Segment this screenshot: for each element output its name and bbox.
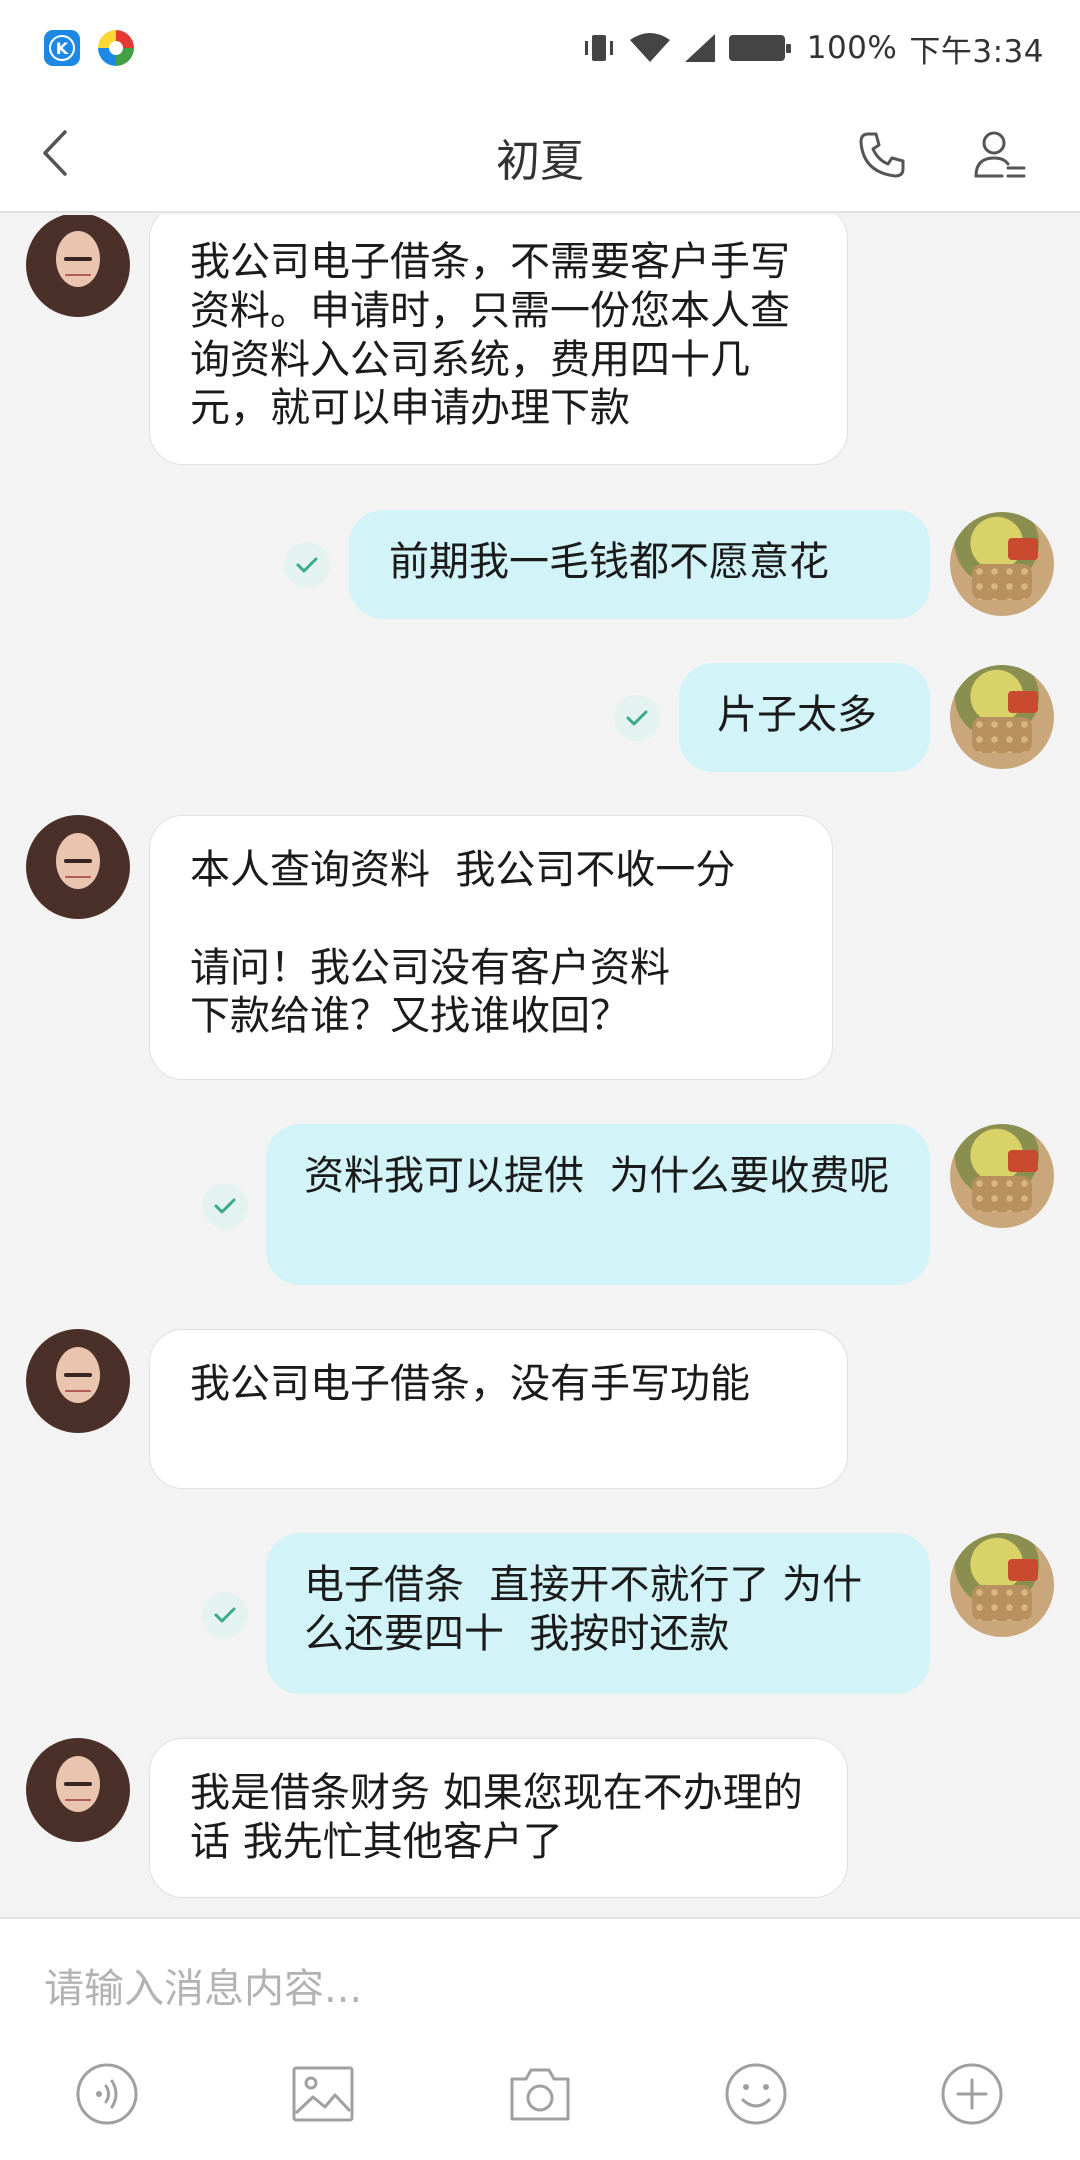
emoji-icon xyxy=(725,2063,787,2125)
camera-icon xyxy=(510,2068,570,2121)
composer xyxy=(0,1917,1080,2160)
image-icon xyxy=(292,2066,354,2122)
battery-icon xyxy=(728,35,791,61)
app-notification-icon: K xyxy=(44,30,80,66)
read-receipt-icon xyxy=(284,542,330,588)
message-bubble[interactable]: 我公司电子借条，没有手写功能 xyxy=(149,1329,848,1489)
camera-button[interactable] xyxy=(500,2054,580,2134)
contact-avatar[interactable] xyxy=(26,815,130,919)
signal-icon xyxy=(684,34,715,62)
voice-icon xyxy=(76,2063,138,2125)
plus-icon xyxy=(941,2063,1003,2125)
voice-call-button[interactable] xyxy=(850,123,914,187)
contact-name: 初夏 xyxy=(496,136,584,187)
voice-input-button[interactable] xyxy=(67,2054,147,2134)
emoji-button[interactable] xyxy=(716,2054,796,2134)
vibrate-icon xyxy=(584,35,613,61)
user-avatar[interactable] xyxy=(950,512,1054,616)
read-receipt-icon xyxy=(614,695,660,741)
message-bubble[interactable]: 前期我一毛钱都不愿意花 xyxy=(349,510,930,619)
composer-toolbar xyxy=(0,2054,1080,2134)
message-bubble[interactable]: 电子借条 直接开不就行了 为什么还要四十 我按时还款 xyxy=(266,1533,930,1694)
message-bubble[interactable]: 我公司电子借条，不需要客户手写资料。申请时，只需一份您本人查询资料入公司系统，费… xyxy=(149,215,848,465)
battery-percent: 100% xyxy=(806,30,898,66)
contact-profile-button[interactable] xyxy=(968,123,1032,187)
wifi-icon xyxy=(629,33,670,62)
contact-avatar[interactable] xyxy=(26,1329,130,1433)
phone-icon xyxy=(859,132,905,178)
read-receipt-icon xyxy=(202,1592,248,1638)
clock: 下午3:34 xyxy=(909,33,1044,70)
contact-avatar[interactable] xyxy=(26,215,130,317)
app-notification-icon xyxy=(98,30,134,66)
image-picker-button[interactable] xyxy=(283,2054,363,2134)
status-bar: K 100% 下午3:34 xyxy=(0,0,1080,95)
message-bubble[interactable]: 资料我可以提供 为什么要收费呢 xyxy=(266,1124,930,1285)
message-input[interactable] xyxy=(44,1959,1024,2019)
message-list[interactable]: 我公司电子借条，不需要客户手写资料。申请时，只需一份您本人查询资料入公司系统，费… xyxy=(0,215,1080,1917)
contact-avatar[interactable] xyxy=(26,1738,130,1842)
message-bubble[interactable]: 我是借条财务 如果您现在不办理的话 我先忙其他客户了 xyxy=(149,1738,848,1898)
read-receipt-icon xyxy=(202,1183,248,1229)
message-bubble[interactable]: 本人查询资料 我公司不收一分 请问！我公司没有客户资料 下款给谁？又找谁收回？ xyxy=(149,815,833,1080)
user-avatar[interactable] xyxy=(950,1124,1054,1228)
user-avatar[interactable] xyxy=(950,665,1054,769)
message-bubble[interactable]: 片子太多 xyxy=(679,663,930,772)
user-avatar[interactable] xyxy=(950,1533,1054,1637)
user-info-icon xyxy=(974,131,1026,178)
more-options-button[interactable] xyxy=(932,2054,1012,2134)
chat-header: 初夏 xyxy=(0,95,1080,213)
